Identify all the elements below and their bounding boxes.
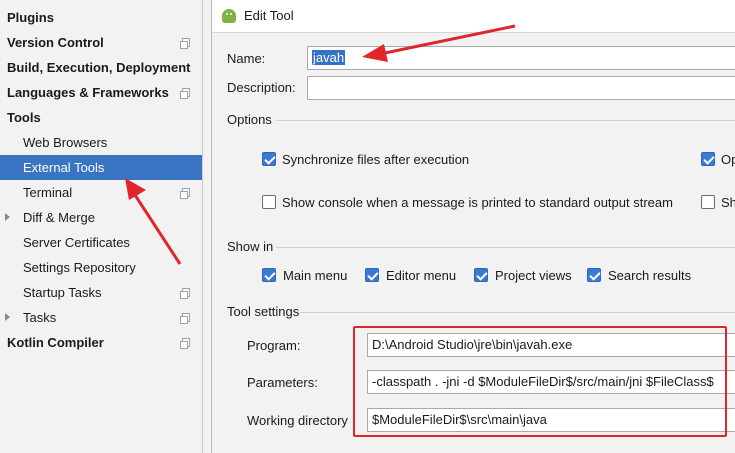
open-console-checkbox[interactable]	[701, 152, 715, 166]
sidebar-item-label: Terminal	[23, 185, 73, 200]
tool-settings-highlight-box	[353, 326, 727, 437]
sidebar-item-build-execution-deployment[interactable]: Build, Execution, Deployment	[0, 55, 202, 80]
sidebar-item-languages-frameworks[interactable]: Languages & Frameworks	[0, 80, 202, 105]
dialog-title: Edit Tool	[244, 8, 294, 23]
sidebar-item-label: Plugins	[7, 10, 54, 25]
settings-sidebar: Plugins Version Control Build, Execution…	[0, 0, 203, 453]
sidebar-item-external-tools[interactable]: External Tools	[0, 155, 202, 180]
expand-arrow-icon[interactable]	[5, 213, 10, 221]
dialog-title-bar[interactable]: Edit Tool	[212, 0, 735, 33]
synchronize-files-checkbox[interactable]	[262, 152, 276, 166]
tool-settings-separator	[300, 312, 735, 313]
parameters-label: Parameters:	[247, 375, 318, 390]
project-settings-icon	[180, 338, 190, 349]
working-directory-label: Working directory	[247, 413, 348, 428]
open-console-label: Op	[721, 152, 735, 167]
sidebar-item-label: Kotlin Compiler	[7, 335, 104, 350]
sidebar-item-server-certificates[interactable]: Server Certificates	[0, 230, 202, 255]
search-results-label: Search results	[608, 268, 692, 283]
sidebar-item-label: External Tools	[23, 160, 105, 175]
sidebar-item-web-browsers[interactable]: Web Browsers	[0, 130, 202, 155]
description-label: Description:	[227, 80, 296, 95]
synchronize-files-label: Synchronize files after execution	[282, 152, 470, 167]
main-menu-label: Main menu	[283, 268, 348, 283]
project-views-checkbox[interactable]	[474, 268, 488, 282]
sidebar-item-label: Tools	[7, 110, 41, 125]
show-console-stdout-checkbox[interactable]	[262, 195, 276, 209]
editor-menu-checkbox[interactable]	[365, 268, 379, 282]
project-settings-icon	[180, 38, 190, 49]
sidebar-item-version-control[interactable]: Version Control	[0, 30, 202, 55]
sidebar-item-label: Tasks	[23, 310, 57, 325]
android-icon	[222, 9, 236, 23]
sidebar-item-tasks[interactable]: Tasks	[0, 305, 202, 330]
sidebar-item-label: Version Control	[7, 35, 104, 50]
show-console-stdout-label: Show console when a message is printed t…	[282, 195, 673, 210]
sidebar-item-settings-repository[interactable]: Settings Repository	[0, 255, 202, 280]
tool-settings-section-title: Tool settings	[227, 304, 300, 319]
name-input[interactable]: javah	[307, 46, 735, 70]
editor-menu-label: Editor menu	[386, 268, 457, 283]
project-settings-icon	[180, 88, 190, 99]
show-console-stderr-label: Sh	[721, 195, 735, 210]
project-settings-icon	[180, 313, 190, 324]
main-menu-checkbox[interactable]	[262, 268, 276, 282]
sidebar-item-label: Server Certificates	[23, 235, 130, 250]
description-input[interactable]	[307, 76, 735, 100]
show-in-separator	[276, 247, 735, 248]
program-label: Program:	[247, 338, 301, 353]
sidebar-item-diff-merge[interactable]: Diff & Merge	[0, 205, 202, 230]
sidebar-item-plugins[interactable]: Plugins	[0, 5, 202, 30]
name-input-value: javah	[312, 50, 346, 65]
sidebar-item-terminal[interactable]: Terminal	[0, 180, 202, 205]
sidebar-item-label: Build, Execution, Deployment	[7, 60, 191, 75]
sidebar-item-label: Web Browsers	[23, 135, 108, 150]
project-settings-icon	[180, 288, 190, 299]
sidebar-item-label: Startup Tasks	[23, 285, 102, 300]
sidebar-item-kotlin-compiler[interactable]: Kotlin Compiler	[0, 330, 202, 355]
show-in-section-title: Show in	[227, 239, 274, 254]
sidebar-item-startup-tasks[interactable]: Startup Tasks	[0, 280, 202, 305]
options-section-title: Options	[227, 112, 272, 127]
sidebar-item-label: Languages & Frameworks	[7, 85, 169, 100]
name-label: Name:	[227, 51, 266, 66]
edit-tool-dialog: Edit Tool Name: javah Description: Optio…	[211, 0, 735, 453]
project-views-label: Project views	[495, 268, 572, 283]
sidebar-item-tools[interactable]: Tools	[0, 105, 202, 130]
show-console-stderr-checkbox[interactable]	[701, 195, 715, 209]
options-separator	[276, 120, 735, 121]
sidebar-item-label: Settings Repository	[23, 260, 136, 275]
project-settings-icon	[180, 188, 190, 199]
search-results-checkbox[interactable]	[587, 268, 601, 282]
expand-arrow-icon[interactable]	[5, 313, 10, 321]
sidebar-item-label: Diff & Merge	[23, 210, 96, 225]
